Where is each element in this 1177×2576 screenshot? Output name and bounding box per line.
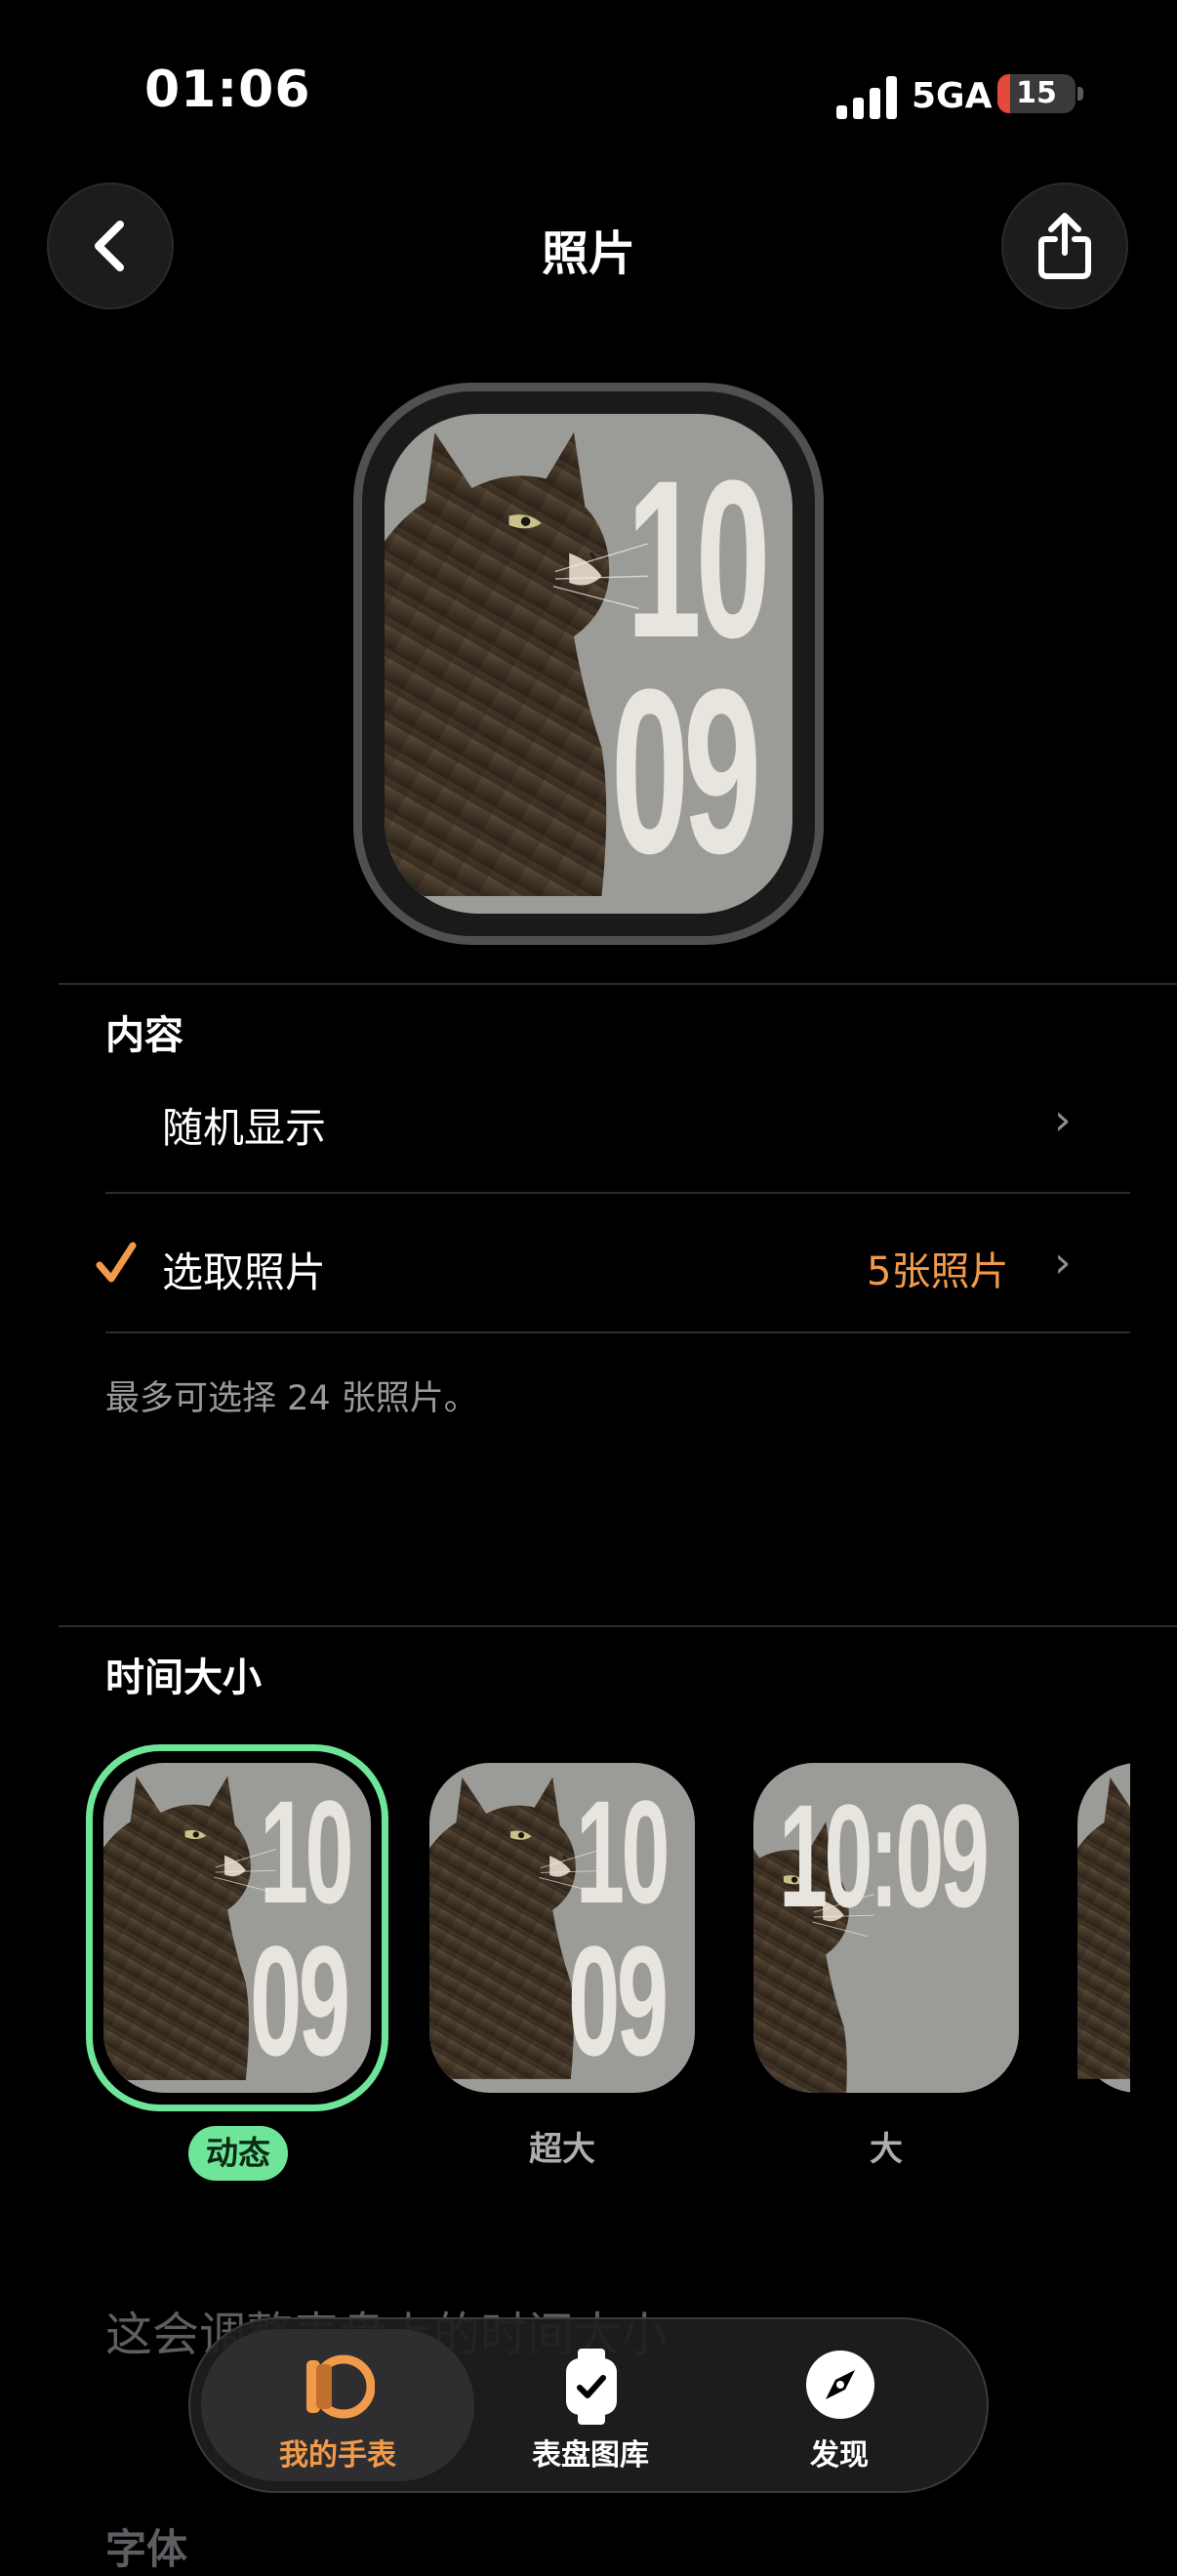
option-select-photos[interactable]: 选取照片 5张照片 › [94,1203,1130,1329]
status-time: 01:06 [144,61,311,119]
time-size-label: 大 [870,2130,903,2169]
checkmark-icon [96,1242,137,1283]
thumb-minute: 09 [250,1913,350,2088]
photo-limit-note: 最多可选择 24 张照片。 [105,1379,478,1418]
thumb-time: 10:09 [779,1774,990,1938]
battery-icon: 15 [997,74,1076,113]
time-size-option-more[interactable] [1077,1763,1130,2093]
thumb-hour: 10 [260,1770,354,1934]
time-size-thumb-dynamic: 10 09 [103,1763,371,2093]
tab-discover[interactable]: 发现 [722,2329,956,2481]
selected-option-badge: 动态 [188,2126,288,2181]
selected-photo-count: 5张照片 [867,1249,1009,1294]
tab-label: 发现 [810,2438,869,2473]
time-size-option-large[interactable]: 10:09 [753,1763,1019,2093]
chevron-right-icon: › [1054,1095,1072,1145]
section-divider [59,983,1177,985]
tab-label: 表盘图库 [532,2438,649,2473]
thumb-minute: 09 [568,1913,669,2088]
compass-icon [806,2351,874,2419]
tab-my-watch[interactable]: 我的手表 [201,2329,474,2481]
battery-level: 15 [1016,76,1057,110]
row-divider [105,1192,1130,1194]
share-button[interactable] [1001,183,1128,309]
cat-photo-image [1077,1776,1130,2081]
row-divider [105,1331,1130,1333]
option-label: 选取照片 [162,1248,327,1296]
option-random-display[interactable]: 随机显示 › [105,1074,1130,1191]
share-icon [1038,213,1091,279]
thumb-hour: 10 [576,1770,670,1934]
section-divider [59,1625,1177,1627]
network-type: 5GA [912,76,993,116]
font-section-header: 字体 [105,2525,188,2573]
battery-tip [1077,87,1083,101]
cellular-signal-icon [836,74,899,119]
time-size-label: 超大 [529,2130,595,2169]
preview-hour: 10 [627,433,771,684]
time-size-option-extra-large[interactable]: 10 09 [429,1763,695,2093]
preview-minute: 09 [611,640,761,902]
watch-face-gallery-icon [566,2349,617,2425]
watch-face-preview[interactable]: 10 09 [385,414,792,914]
time-size-section-header: 时间大小 [105,1656,262,1700]
chevron-right-icon: › [1054,1238,1072,1288]
option-label: 随机显示 [162,1104,327,1152]
watch-ring-icon [306,2354,375,2419]
content-section-header: 内容 [105,1013,183,1058]
tab-face-gallery[interactable]: 表盘图库 [478,2329,703,2481]
tab-label: 我的手表 [279,2438,396,2473]
